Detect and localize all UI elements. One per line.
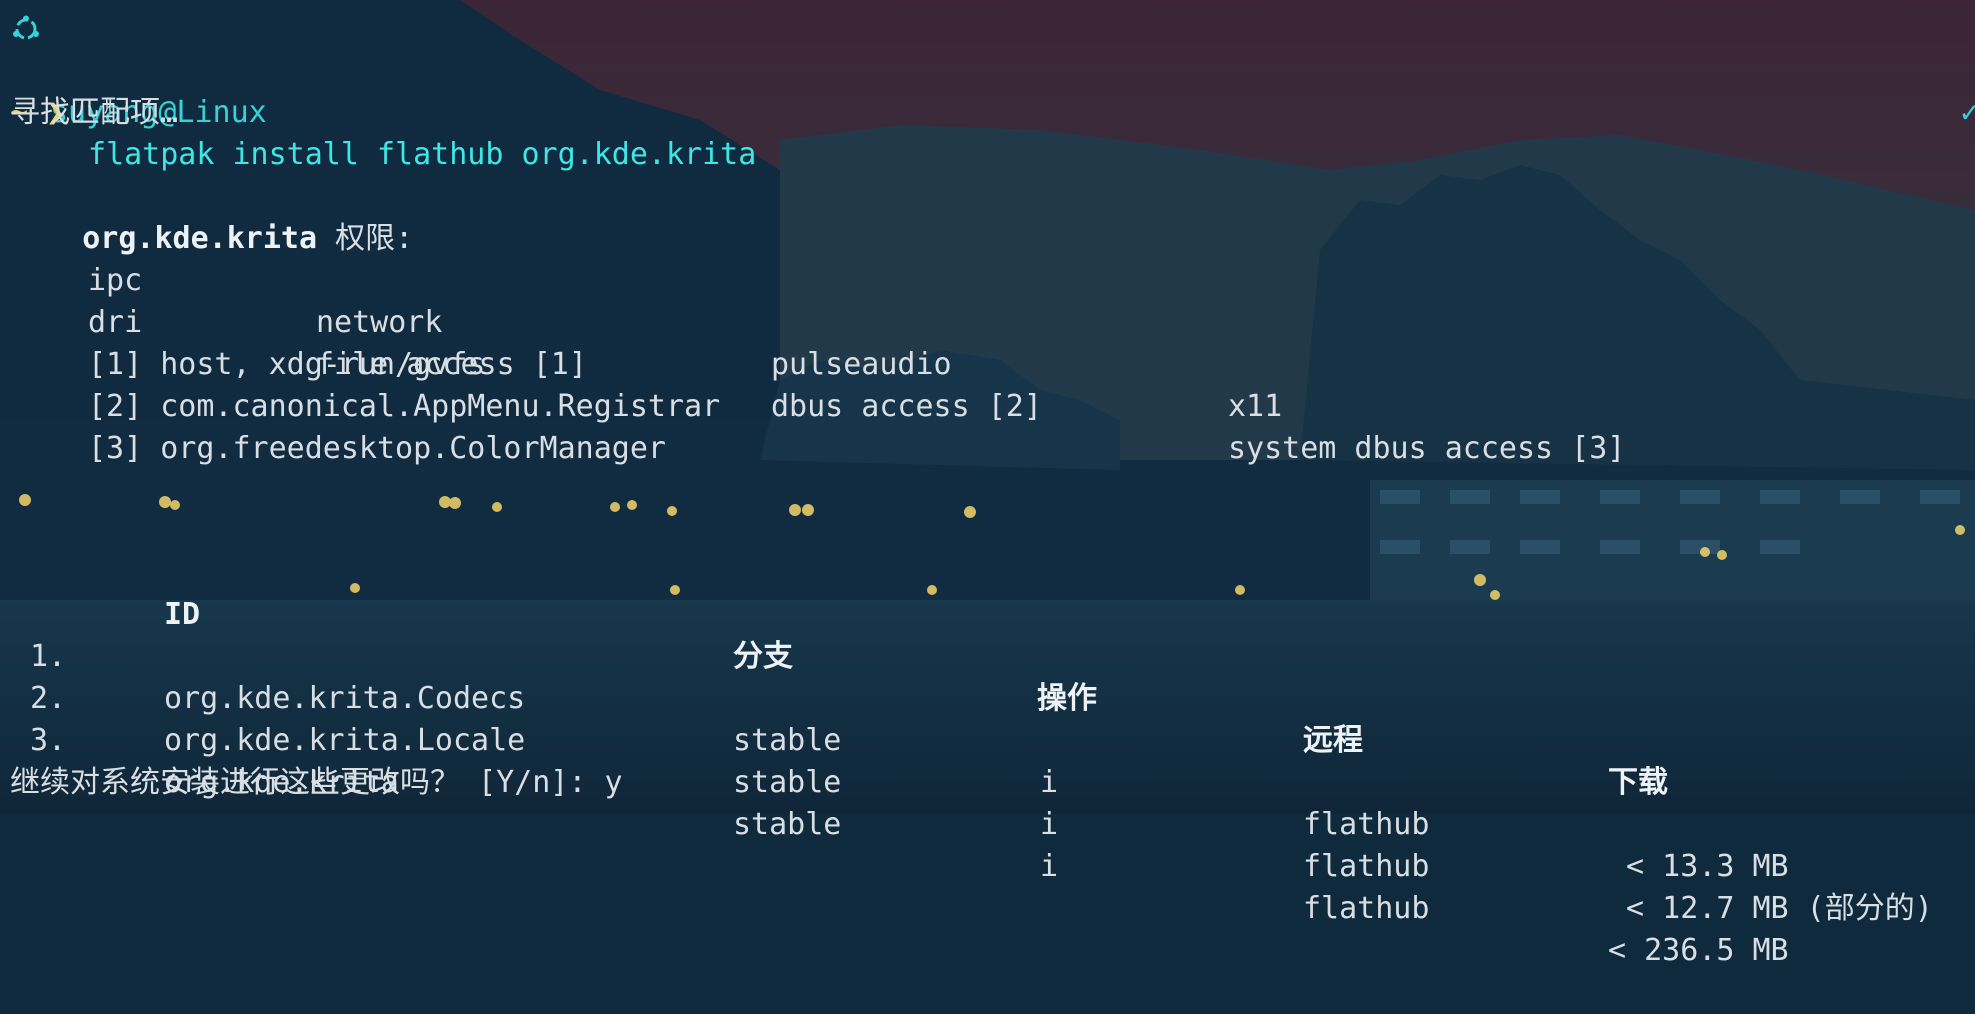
permissions-row: ipc network pulseaudio x11 bbox=[0, 218, 1975, 424]
column-header-remote: 远程 bbox=[1303, 723, 1363, 758]
permission-note: [1] host, xdg-run/gvfs bbox=[88, 347, 486, 382]
terminal-window[interactable]: suyang@Linux ✓ took ~ ❯ flatpak install … bbox=[0, 0, 1975, 968]
table-row: 1. org.kde.krita.Codecs stable i flathub… bbox=[0, 594, 1975, 884]
row-id: org.kde.krita.Locale bbox=[164, 723, 526, 758]
permission-note: [2] com.canonical.AppMenu.Registrar bbox=[88, 389, 721, 424]
row-number: 3. bbox=[30, 723, 67, 758]
permissions-header: org.kde.krita 权限: bbox=[10, 176, 413, 256]
row-branch: stable bbox=[733, 765, 842, 800]
row-op: i bbox=[1040, 849, 1059, 884]
status-indicator: ✓ took bbox=[1852, 8, 1975, 130]
column-header-download: 下载 bbox=[1608, 765, 1668, 800]
table-row: 2. org.kde.krita.Locale stable i flathub… bbox=[0, 636, 1975, 926]
permission-item: network bbox=[316, 305, 443, 340]
command-text[interactable]: flatpak install flathub org.kde.krita bbox=[88, 134, 756, 176]
row-branch: stable bbox=[733, 807, 842, 842]
row-download: < 13.3 MB bbox=[1608, 849, 1789, 884]
row-branch: stable bbox=[733, 723, 842, 758]
command-line[interactable]: ~ ❯ flatpak install flathub org.kde.krit… bbox=[10, 50, 756, 172]
row-download: < 12.7 MB (部分的) bbox=[1608, 891, 1933, 926]
row-op: i bbox=[1040, 765, 1059, 800]
status-text: ✓ took bbox=[1852, 50, 1975, 176]
prompt-header: suyang@Linux bbox=[10, 8, 267, 130]
searching-text: 寻找匹配项… bbox=[10, 95, 179, 130]
confirm-prompt[interactable]: 继续对系统安装进行这些更改吗？ [Y/n]: y bbox=[10, 762, 623, 804]
checkmark-icon: ✓ took bbox=[1960, 95, 1975, 130]
permission-item: pulseaudio bbox=[771, 347, 952, 382]
ubuntu-logo-icon bbox=[13, 15, 39, 40]
permission-item: dbus access [2] bbox=[771, 389, 1042, 424]
permission-note: [3] org.freedesktop.ColorManager bbox=[88, 431, 666, 466]
row-remote: flathub bbox=[1303, 807, 1430, 842]
row-download: < 236.5 MB bbox=[1608, 933, 1789, 968]
permission-item: dri bbox=[88, 305, 143, 340]
permissions-row: dri file access [1] dbus access [2] syst… bbox=[0, 260, 1975, 466]
row-remote: flathub bbox=[1303, 849, 1430, 884]
row-remote: flathub bbox=[1303, 891, 1430, 926]
permission-item: x11 bbox=[1228, 389, 1283, 424]
table-row: 3. org.kde.krita stable i flathub < 236.… bbox=[0, 678, 1975, 968]
table-header: ID 分支 操作 远程 下载 bbox=[0, 552, 1975, 800]
row-op: i bbox=[1040, 807, 1059, 842]
permission-item: system dbus access [3] bbox=[1228, 431, 1626, 466]
